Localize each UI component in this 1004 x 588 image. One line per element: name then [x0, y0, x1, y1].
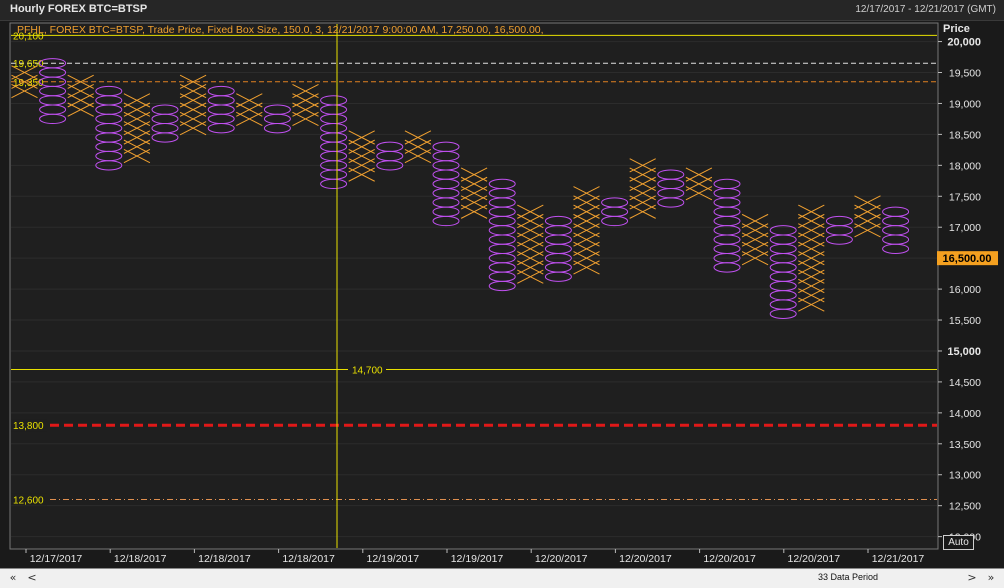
y-tick-label: 18,500	[949, 129, 981, 141]
y-tick-label: 13,500	[949, 439, 981, 451]
x-tick-label: 12/20/2017	[619, 553, 672, 565]
price-axis: 12,00012,50013,00013,50014,00014,50015,0…	[937, 37, 998, 544]
auto-scale-button[interactable]: Auto	[943, 535, 974, 550]
ref-line-label: 14,700	[352, 366, 383, 377]
y-tick-label: 13,000	[949, 470, 981, 482]
scroll-next-button[interactable]: >	[966, 571, 978, 585]
x-tick-label: 12/18/2017	[114, 553, 167, 565]
scroll-prev-button[interactable]: <	[26, 571, 38, 585]
title-bar: Hourly FOREX BTC=BTSP 12/17/2017 - 12/21…	[0, 0, 1004, 21]
x-tick-label: 12/21/2017	[872, 553, 925, 565]
x-tick-label: 12/17/2017	[30, 553, 83, 565]
y-tick-label: 16,000	[949, 284, 981, 296]
ref-line-label: 13,800	[13, 421, 44, 432]
current-price-label: 16,500.00	[943, 253, 992, 265]
x-tick-label: 12/20/2017	[703, 553, 756, 565]
y-tick-label: 19,500	[949, 68, 981, 80]
x-tick-label: 12/18/2017	[198, 553, 251, 565]
data-period-status: 33 Data Period	[818, 572, 879, 582]
y-tick-label: 14,000	[949, 408, 981, 420]
y-tick-label: 14,500	[949, 377, 981, 389]
pnf-chart[interactable]: 20,10019,65019,35014,70013,80012,600 12,…	[0, 20, 1004, 568]
y-tick-label: 19,000	[949, 98, 981, 110]
y-tick-label: 15,000	[947, 346, 981, 358]
y-tick-label: 12,500	[949, 501, 981, 513]
price-axis-title: Price	[943, 23, 970, 35]
date-axis: 12/17/2017 12/18/2017 12/18/2017 12/18/2017…	[25, 549, 925, 565]
ref-line-label: 12,600	[13, 495, 44, 506]
y-tick-label: 15,500	[949, 315, 981, 327]
date-range: 12/17/2017 - 12/21/2017 (GMT)	[855, 4, 996, 15]
scroll-last-button[interactable]: »	[984, 571, 998, 585]
x-tick-label: 12/19/2017	[367, 553, 420, 565]
scroll-first-button[interactable]: «	[6, 571, 20, 585]
y-tick-label: 18,000	[949, 160, 981, 172]
x-tick-label: 12/20/2017	[788, 553, 841, 565]
chart-window: Hourly FOREX BTC=BTSP 12/17/2017 - 12/21…	[0, 0, 1004, 588]
chart-legend-text: PFHL, FOREX BTC=BTSP, Trade Price, Fixed…	[17, 24, 544, 36]
y-tick-label: 17,000	[949, 222, 981, 234]
y-tick-label: 17,500	[949, 191, 981, 203]
window-title: Hourly FOREX BTC=BTSP	[10, 3, 148, 15]
x-tick-label: 12/20/2017	[535, 553, 588, 565]
y-tick-label: 20,000	[947, 37, 981, 49]
plot-area[interactable]	[9, 22, 939, 550]
x-tick-label: 12/18/2017	[282, 553, 335, 565]
x-tick-label: 12/19/2017	[451, 553, 504, 565]
period-scrollbar[interactable]: « < 33 Data Period > »	[0, 568, 1004, 588]
